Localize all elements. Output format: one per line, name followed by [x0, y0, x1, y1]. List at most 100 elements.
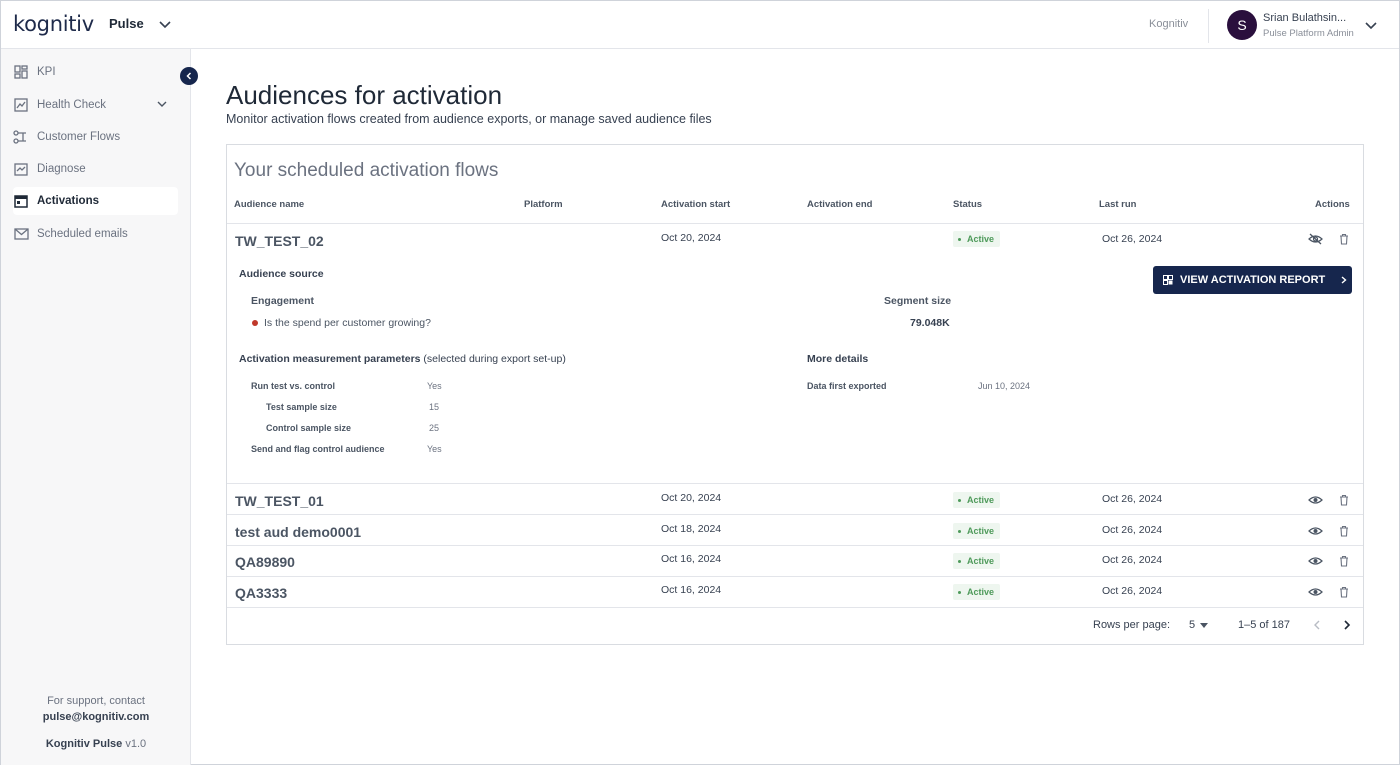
audience-name[interactable]: TW_TEST_02 — [235, 233, 324, 249]
kognitiv-logo[interactable]: kognitiv — [13, 12, 94, 36]
divider — [227, 576, 1363, 577]
audience-name[interactable]: test aud demo0001 — [235, 524, 361, 540]
data-first-exported-label: Data first exported — [807, 381, 887, 391]
page-subtitle: Monitor activation flows created from au… — [226, 112, 712, 126]
column-header-activation-end[interactable]: Activation end — [807, 199, 872, 210]
collapse-sidebar-button[interactable] — [180, 67, 198, 85]
hide-icon[interactable] — [1307, 231, 1323, 247]
user-menu-chevron-icon[interactable] — [1364, 18, 1378, 32]
param-label: Run test vs. control — [251, 381, 336, 391]
view-icon[interactable] — [1307, 553, 1323, 569]
divider — [227, 545, 1363, 546]
activation-start: Oct 16, 2024 — [661, 584, 722, 596]
segment-size-label: Segment size — [884, 295, 952, 307]
sidebar-item-label: Scheduled emails — [37, 228, 128, 240]
status-text: Active — [967, 587, 995, 597]
param-value: Yes — [427, 381, 442, 391]
rows-per-page-value: 5 — [1189, 619, 1196, 631]
sidebar-item-customer-flows[interactable]: Customer Flows — [13, 123, 178, 151]
sidebar-item-label: Diagnose — [37, 163, 86, 175]
flow-icon — [13, 129, 29, 145]
column-header-audience-name[interactable]: Audience name — [234, 199, 304, 210]
caret-down-icon — [1200, 622, 1209, 628]
report-icon — [1163, 275, 1173, 285]
logo-text: kognitiv — [13, 12, 94, 36]
column-header-activation-start[interactable]: Activation start — [661, 199, 730, 210]
sidebar-item-diagnose[interactable]: Diagnose — [13, 155, 178, 183]
dashboard-icon — [13, 64, 29, 80]
audience-name[interactable]: QA3333 — [235, 585, 287, 601]
sidebar-item-label: KPI — [37, 66, 56, 78]
status-badge: Active — [953, 492, 1001, 508]
audience-name[interactable]: TW_TEST_01 — [235, 493, 324, 509]
rows-per-page-select[interactable]: 5 — [1189, 619, 1209, 631]
diagnose-icon — [13, 161, 29, 177]
audience-name[interactable]: QA89890 — [235, 554, 295, 570]
user-role: Pulse Platform Admin — [1263, 28, 1354, 39]
divider — [227, 223, 1363, 224]
status-text: Active — [967, 234, 995, 244]
status-dot — [958, 498, 961, 502]
column-header-platform[interactable]: Platform — [524, 199, 563, 210]
avatar[interactable]: S — [1227, 10, 1257, 40]
chevron-right-icon — [1344, 620, 1351, 630]
last-run: Oct 26, 2024 — [1102, 554, 1163, 566]
delete-icon[interactable] — [1336, 523, 1352, 539]
sidebar-item-scheduled-emails[interactable]: Scheduled emails — [13, 220, 178, 248]
app-switcher[interactable]: Pulse — [109, 16, 172, 31]
version-info: Kognitiv Pulse v1.0 — [1, 738, 191, 750]
sidebar: KPI Health Check Customer Flows Diagnose… — [1, 49, 191, 765]
status-text: Active — [967, 495, 995, 505]
chevron-down-icon — [159, 20, 171, 28]
delete-icon[interactable] — [1336, 584, 1352, 600]
params-label-wrap: Activation measurement parameters (selec… — [239, 353, 566, 365]
param-label: Send and flag control audience — [251, 444, 385, 454]
last-run: Oct 26, 2024 — [1102, 585, 1163, 597]
status-dot — [958, 559, 961, 563]
status-text: Active — [967, 526, 995, 536]
more-details-label: More details — [807, 353, 869, 365]
card-title: Your scheduled activation flows — [234, 160, 499, 181]
divider — [227, 514, 1363, 515]
param-value: Yes — [427, 444, 442, 454]
param-label: Test sample size — [266, 402, 337, 412]
column-header-status[interactable]: Status — [953, 199, 982, 210]
param-value: 15 — [429, 402, 440, 412]
param-label: Control sample size — [266, 423, 352, 433]
divider — [227, 607, 1363, 608]
support-email[interactable]: pulse@kognitiv.com — [43, 711, 149, 723]
page-title: Audiences for activation — [226, 80, 503, 110]
next-page-button[interactable] — [1339, 617, 1355, 633]
delete-icon[interactable] — [1336, 492, 1352, 508]
status-dot — [958, 237, 961, 241]
report-button-label: VIEW ACTIVATION REPORT — [1180, 274, 1326, 286]
version-brand: Kognitiv Pulse — [45, 738, 123, 750]
data-first-exported-value: Jun 10, 2024 — [978, 381, 1031, 391]
view-activation-report-button[interactable]: VIEW ACTIVATION REPORT — [1153, 266, 1352, 294]
previous-page-button[interactable] — [1309, 617, 1325, 633]
column-header-actions: Actions — [1315, 199, 1350, 210]
calendar-icon — [13, 193, 29, 209]
engagement-label: Engagement — [251, 295, 315, 307]
view-icon[interactable] — [1307, 523, 1323, 539]
status-badge: Active — [953, 523, 1001, 539]
delete-icon[interactable] — [1336, 553, 1352, 569]
sidebar-item-label: Customer Flows — [37, 131, 121, 143]
params-label: Activation measurement parameters — [239, 353, 421, 365]
chevron-right-icon — [1341, 276, 1347, 284]
sidebar-item-health-check[interactable]: Health Check — [13, 91, 178, 119]
sidebar-item-activations[interactable]: Activations — [13, 187, 178, 215]
column-header-last-run[interactable]: Last run — [1099, 199, 1136, 210]
view-icon[interactable] — [1307, 492, 1323, 508]
delete-icon[interactable] — [1336, 231, 1352, 247]
chevron-left-icon — [1314, 620, 1320, 630]
last-run: Oct 26, 2024 — [1102, 524, 1163, 536]
top-bar: kognitiv Pulse Kognitiv S Srian Bulathsi… — [1, 1, 1399, 49]
chart-icon — [13, 97, 29, 113]
user-name[interactable]: Srian Bulathsin... — [1263, 12, 1346, 24]
status-dot — [958, 529, 961, 533]
sidebar-item-kpi[interactable]: KPI — [13, 58, 178, 86]
chevron-left-icon — [186, 72, 192, 80]
view-icon[interactable] — [1307, 584, 1323, 600]
params-note: (selected during export set-up) — [423, 353, 566, 365]
